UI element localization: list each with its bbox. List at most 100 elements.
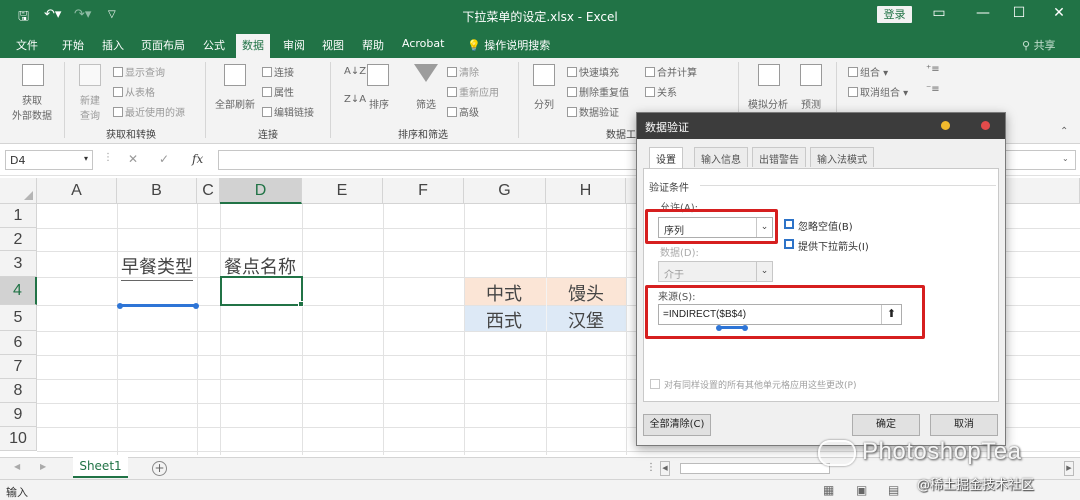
- text-to-columns-icon[interactable]: [533, 64, 555, 86]
- name-box[interactable]: D4 ▾: [5, 150, 93, 170]
- data-validation-button[interactable]: 数据验证: [567, 104, 619, 119]
- close-icon[interactable]: ✕: [1047, 5, 1071, 21]
- tell-me-search[interactable]: 💡 操作说明搜索: [467, 37, 550, 53]
- get-external-data-icon[interactable]: [22, 64, 44, 86]
- column-header[interactable]: B: [117, 178, 197, 204]
- row-header[interactable]: 1: [0, 204, 37, 228]
- tab-data[interactable]: 数据: [236, 34, 270, 59]
- advanced-button[interactable]: 高级: [447, 104, 479, 119]
- row-header[interactable]: 7: [0, 355, 37, 379]
- scroll-right-icon[interactable]: ▶: [40, 462, 46, 471]
- clear-all-button[interactable]: 全部清除(C): [643, 414, 711, 436]
- tab-review[interactable]: 审阅: [283, 37, 305, 53]
- ribbon-display-icon[interactable]: ▭: [927, 5, 951, 21]
- dialog-tab-input-message[interactable]: 输入信息: [694, 147, 748, 167]
- page-break-view-icon[interactable]: ▤: [888, 483, 899, 497]
- login-button[interactable]: 登录: [877, 6, 912, 23]
- select-all-corner[interactable]: [0, 178, 37, 204]
- get-data-button[interactable]: 获取 外部数据: [6, 92, 58, 122]
- row-header[interactable]: 2: [0, 228, 37, 251]
- dialog-tab-ime-mode[interactable]: 输入法模式: [810, 147, 874, 167]
- column-header[interactable]: F: [383, 178, 464, 204]
- apply-all-checkbox[interactable]: [650, 379, 660, 389]
- remove-duplicates-button[interactable]: 删除重复值: [567, 84, 629, 99]
- reapply-button[interactable]: 重新应用: [447, 84, 499, 99]
- row-header[interactable]: 8: [0, 379, 37, 403]
- maximize-icon[interactable]: ☐: [1007, 5, 1031, 21]
- data-select[interactable]: 介于 ⌄: [658, 261, 773, 282]
- ungroup-button[interactable]: 取消组合 ▾: [848, 84, 908, 99]
- tab-file[interactable]: 文件: [16, 37, 38, 53]
- column-header[interactable]: C: [197, 178, 220, 204]
- column-header[interactable]: G: [464, 178, 546, 204]
- filter-button[interactable]: 筛选: [410, 96, 442, 111]
- minimize-icon[interactable]: —: [971, 5, 995, 21]
- cell-G5[interactable]: 西式: [486, 307, 522, 333]
- split-button[interactable]: 分列: [529, 96, 559, 111]
- sort-button[interactable]: 排序: [365, 96, 393, 111]
- cell-H4[interactable]: 馒头: [568, 280, 604, 306]
- hscroll-left[interactable]: ◀: [660, 461, 670, 476]
- sort-za-icon[interactable]: Z↓A: [344, 94, 366, 105]
- dialog-minimize-icon[interactable]: [941, 121, 950, 130]
- cancel-entry-icon[interactable]: ✕: [128, 152, 138, 166]
- tab-acrobat[interactable]: Acrobat: [402, 37, 444, 50]
- cell-B3[interactable]: 早餐类型: [121, 253, 193, 281]
- selected-cell-D4[interactable]: [220, 276, 303, 306]
- column-header-selected[interactable]: D: [220, 178, 302, 204]
- column-header[interactable]: H: [546, 178, 626, 204]
- horizontal-scrollbar-thumb[interactable]: [680, 463, 830, 474]
- forecast-sheet-icon[interactable]: [800, 64, 822, 86]
- dropdown-arrow-checkbox[interactable]: [784, 239, 794, 249]
- dialog-tab-error-alert[interactable]: 出错警告: [752, 147, 806, 167]
- dialog-close-icon[interactable]: [981, 121, 990, 130]
- tab-insert[interactable]: 插入: [102, 37, 124, 53]
- cell-G4[interactable]: 中式: [486, 280, 522, 306]
- properties-button[interactable]: 属性: [262, 84, 294, 99]
- clear-button[interactable]: 清除: [447, 64, 479, 79]
- refresh-all-button[interactable]: 全部刷新: [211, 96, 259, 111]
- sort-az-icon[interactable]: A↓Z: [344, 66, 366, 77]
- refresh-all-icon[interactable]: [224, 64, 246, 86]
- recent-sources-button[interactable]: 最近使用的源: [113, 104, 185, 119]
- ok-button[interactable]: 确定: [852, 414, 920, 436]
- from-table-button[interactable]: 从表格: [113, 84, 155, 99]
- flash-fill-button[interactable]: 快速填充: [567, 64, 619, 79]
- insert-function-icon[interactable]: fx: [192, 152, 203, 166]
- sheet-tab-sheet1[interactable]: Sheet1: [73, 457, 128, 478]
- row-header[interactable]: 3: [0, 251, 37, 277]
- tab-formulas[interactable]: 公式: [203, 37, 225, 53]
- row-header[interactable]: 6: [0, 331, 37, 355]
- ignore-blank-checkbox[interactable]: [784, 219, 794, 229]
- cancel-button[interactable]: 取消: [930, 414, 998, 436]
- column-header[interactable]: E: [302, 178, 383, 204]
- forecast-button[interactable]: 预测: [796, 96, 826, 111]
- column-header[interactable]: A: [37, 178, 117, 204]
- edit-links-button[interactable]: 编辑链接: [262, 104, 314, 119]
- name-box-dropdown-icon[interactable]: ▾: [84, 154, 88, 163]
- page-layout-view-icon[interactable]: ▣: [856, 483, 867, 497]
- tab-page-layout[interactable]: 页面布局: [141, 37, 185, 53]
- sort-icon[interactable]: [367, 64, 389, 86]
- expand-formula-icon[interactable]: ⌄: [1062, 154, 1069, 163]
- what-if-button[interactable]: 模拟分析: [744, 96, 792, 111]
- row-header-selected[interactable]: 4: [0, 277, 37, 305]
- new-query-icon[interactable]: [79, 64, 101, 86]
- show-detail-icon[interactable]: ⁺≡: [926, 64, 940, 75]
- row-header[interactable]: 9: [0, 403, 37, 427]
- normal-view-icon[interactable]: ▦: [823, 483, 834, 497]
- filter-icon[interactable]: [414, 64, 438, 82]
- tab-help[interactable]: 帮助: [362, 37, 384, 53]
- row-header[interactable]: 5: [0, 305, 37, 331]
- hscroll-right[interactable]: ▶: [1064, 461, 1074, 476]
- connections-button[interactable]: 连接: [262, 64, 294, 79]
- consolidate-button[interactable]: 合并计算: [645, 64, 697, 79]
- collapse-ribbon-icon[interactable]: ⌃: [1060, 126, 1068, 137]
- fill-handle[interactable]: [298, 301, 304, 307]
- what-if-analysis-icon[interactable]: [758, 64, 780, 86]
- hide-detail-icon[interactable]: ⁻≡: [926, 84, 940, 95]
- tab-view[interactable]: 视图: [322, 37, 344, 53]
- show-query-button[interactable]: 显示查询: [113, 64, 165, 79]
- confirm-entry-icon[interactable]: ✓: [159, 152, 169, 166]
- tab-home[interactable]: 开始: [62, 37, 84, 53]
